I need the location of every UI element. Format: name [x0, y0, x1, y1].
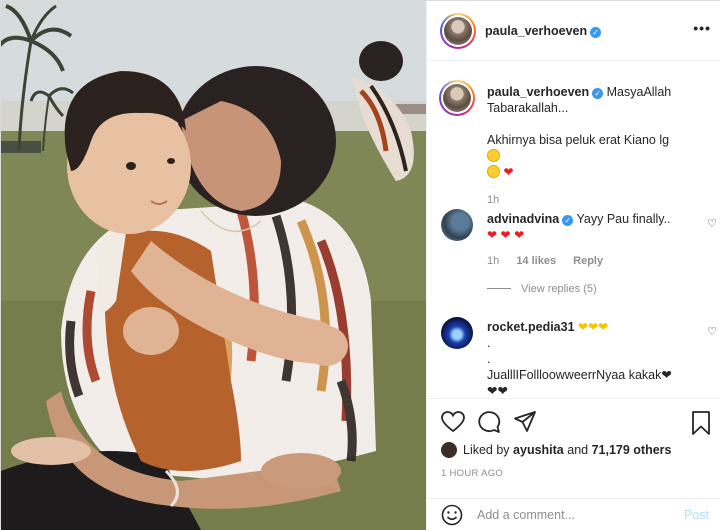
red-heart-emoji: ❤ — [503, 165, 514, 179]
heart-icon[interactable] — [441, 411, 465, 433]
comment-likes-count[interactable]: 14 likes — [516, 255, 556, 267]
caption-text-line2: Tabarakallah... — [487, 101, 569, 115]
bookmark-icon[interactable] — [691, 411, 711, 435]
commenter-avatar[interactable] — [441, 209, 473, 241]
caption-author-avatar[interactable] — [439, 80, 475, 116]
instagram-post-modal: paula_verhoeven ✓ ••• paula_verhoeven ✓ Ma… — [0, 0, 720, 530]
caption-text-line3: Akhirnya bisa peluk erat Kiano lg — [487, 133, 670, 147]
replies-divider-line — [487, 288, 511, 289]
post-actions: Liked by ayushita and 71,179 others 1 HO… — [427, 398, 720, 498]
commenter-avatar[interactable] — [441, 317, 473, 349]
post-comment-button[interactable]: Post — [684, 508, 709, 522]
view-replies-button[interactable]: View replies (5) — [487, 283, 597, 295]
post-timestamp[interactable]: 1 HOUR AGO — [441, 468, 503, 479]
comment-text-line: . — [487, 336, 491, 350]
hugging-face-emoji — [487, 165, 500, 178]
likes-others-count[interactable]: 71,179 others — [592, 443, 672, 457]
red-heart-emoji: ❤ — [500, 228, 511, 242]
caption-time[interactable]: 1h — [487, 194, 499, 206]
black-heart-emoji: ❤❤ — [487, 384, 508, 398]
author-username[interactable]: paula_verhoeven — [485, 24, 587, 38]
paper-plane-icon[interactable] — [513, 411, 537, 433]
comment-text-line: JualllIFollloowweerrNyaa kakak — [487, 368, 662, 382]
reply-button[interactable]: Reply — [573, 255, 603, 267]
liker-username[interactable]: ayushita — [513, 443, 564, 457]
comment-input[interactable]: Add a comment... — [477, 508, 575, 522]
comment-like-heart-icon[interactable]: ♡ — [707, 325, 717, 338]
comment-text-line: . — [487, 352, 491, 366]
verified-badge-icon: ✓ — [592, 88, 604, 99]
author-avatar[interactable] — [440, 13, 476, 49]
yellow-heart-emoji: ❤ — [578, 320, 589, 334]
view-replies-label: View replies (5) — [521, 283, 597, 295]
yellow-heart-emoji: ❤ — [588, 320, 599, 334]
add-comment-bar: Add a comment... Post — [427, 498, 720, 530]
comment-time[interactable]: 1h — [487, 255, 499, 267]
commenter-username[interactable]: advinadvina — [487, 212, 559, 226]
caption-author-username[interactable]: paula_verhoeven — [487, 85, 589, 99]
comments-list: paula_verhoeven ✓ MasyaAllah Tabarakallah… — [427, 62, 720, 398]
hugging-face-emoji — [487, 149, 500, 162]
liked-by-prefix: Liked by — [463, 443, 510, 457]
comment-text: Yayy Pau finally.. — [576, 212, 671, 226]
black-heart-emoji: ❤ — [661, 368, 672, 382]
liked-by-summary: Liked by ayushita and 71,179 others — [441, 442, 672, 458]
red-heart-emoji: ❤ — [514, 228, 525, 242]
liked-by-and: and — [567, 443, 589, 457]
commenter-username[interactable]: rocket.pedia31 — [487, 320, 575, 334]
red-heart-emoji: ❤ — [487, 228, 498, 242]
comment-like-heart-icon[interactable]: ♡ — [707, 217, 717, 230]
caption-text-line1: MasyaAllah — [606, 85, 672, 99]
liker-avatar[interactable] — [441, 442, 457, 458]
verified-badge-icon: ✓ — [590, 27, 602, 38]
comment-icon[interactable] — [477, 411, 501, 433]
post-photo-illustration — [1, 1, 426, 530]
yellow-heart-emoji: ❤ — [598, 320, 609, 334]
post-details-panel: paula_verhoeven ✓ ••• paula_verhoeven ✓ Ma… — [426, 1, 720, 530]
more-options-icon[interactable]: ••• — [693, 21, 711, 35]
post-header: paula_verhoeven ✓ ••• — [427, 1, 720, 61]
verified-badge-icon: ✓ — [562, 215, 574, 226]
emoji-icon[interactable] — [441, 504, 463, 526]
post-photo[interactable] — [1, 1, 426, 530]
